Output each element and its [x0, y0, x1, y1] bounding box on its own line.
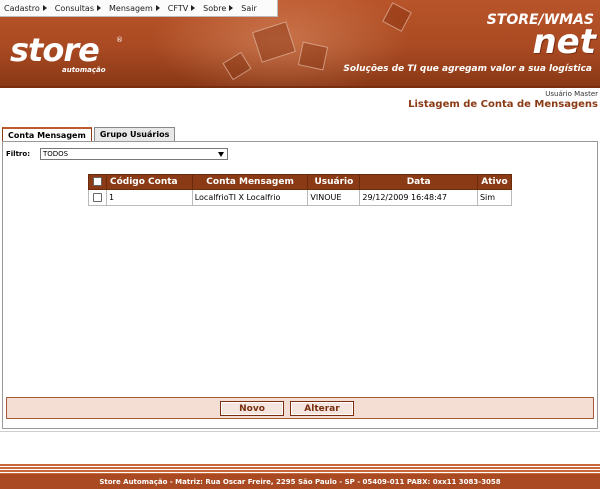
row-select-cell [88, 189, 107, 206]
content-divider [0, 431, 600, 432]
menu-cadastro[interactable]: Cadastro [4, 4, 47, 13]
arrow-right-icon [155, 5, 160, 11]
arrow-right-icon [229, 5, 234, 11]
col-codigo-conta[interactable]: Código Conta [105, 174, 193, 190]
menu-label: CFTV [167, 3, 189, 13]
table-header-row: Código Conta Conta Mensagem Usuário Data… [88, 174, 513, 190]
cell-codigo: 1 [105, 189, 193, 206]
edit-button[interactable]: Alterar [290, 401, 354, 416]
arrow-right-icon [191, 5, 196, 11]
footer-stripes [0, 464, 600, 474]
main-menu: Cadastro Consultas Mensagem CFTV Sobre S… [0, 0, 278, 17]
filter-select[interactable]: TODOS [40, 148, 228, 160]
cell-data: 29/12/2009 16:48:47 [359, 189, 478, 206]
registered-mark: ® [116, 36, 123, 44]
chevron-down-icon [218, 152, 224, 157]
header-divider [0, 86, 600, 88]
new-button[interactable]: Novo [220, 401, 284, 416]
arrow-right-icon [42, 5, 47, 11]
col-data[interactable]: Data [359, 174, 478, 190]
cell-ativo: Sim [476, 189, 513, 206]
logo-subtitle: automação [62, 66, 106, 74]
footer-address: Store Automação - Matriz: Rua Oscar Frei… [0, 474, 600, 489]
page-title: Listagem de Conta de Mensagens [408, 99, 598, 110]
menu-label: Sobre [203, 3, 227, 13]
menu-mensagem[interactable]: Mensagem [109, 4, 160, 13]
cell-usuario: VINOUE [307, 189, 361, 206]
app-header: Cadastro Consultas Mensagem CFTV Sobre S… [0, 0, 600, 86]
row-checkbox[interactable] [92, 193, 102, 202]
store-logo: store [10, 31, 100, 69]
tab-conta-mensagem[interactable]: Conta Mensagem [2, 127, 92, 141]
menu-sair[interactable]: Sair [241, 4, 257, 13]
menu-cftv[interactable]: CFTV [167, 3, 196, 13]
menu-consultas[interactable]: Consultas [55, 4, 101, 13]
select-all-cell [88, 174, 107, 190]
filter-selected-value: TODOS [43, 150, 69, 158]
menu-sobre[interactable]: Sobre [203, 3, 234, 13]
menu-label: Consultas [54, 3, 94, 13]
page-footer: Store Automação - Matriz: Rua Oscar Frei… [0, 464, 600, 489]
current-user: Usuário Master [545, 90, 598, 98]
brand-net: net [532, 22, 596, 62]
col-ativo[interactable]: Ativo [476, 174, 513, 190]
tab-strip: Conta Mensagem Grupo Usuários [2, 127, 177, 141]
menu-label: Cadastro [4, 3, 40, 13]
col-conta-mensagem[interactable]: Conta Mensagem [191, 174, 309, 190]
select-all-checkbox[interactable] [92, 177, 102, 186]
header-tagline: Soluções de TI que agregam valor a sua l… [343, 64, 592, 74]
filter-label: Filtro: [6, 150, 30, 158]
tab-grupo-usuarios[interactable]: Grupo Usuários [93, 127, 176, 141]
decorative-cube [297, 41, 329, 71]
accounts-table: Código Conta Conta Mensagem Usuário Data… [88, 174, 513, 206]
arrow-right-icon [97, 5, 101, 11]
col-usuario[interactable]: Usuário [307, 174, 361, 190]
table-row[interactable]: 1 LocalfrioTI X Localfrio VINOUE 29/12/2… [88, 189, 513, 206]
cell-conta: LocalfrioTI X Localfrio [191, 189, 309, 206]
menu-label: Mensagem [109, 3, 153, 13]
menu-label: Sair [241, 3, 257, 13]
